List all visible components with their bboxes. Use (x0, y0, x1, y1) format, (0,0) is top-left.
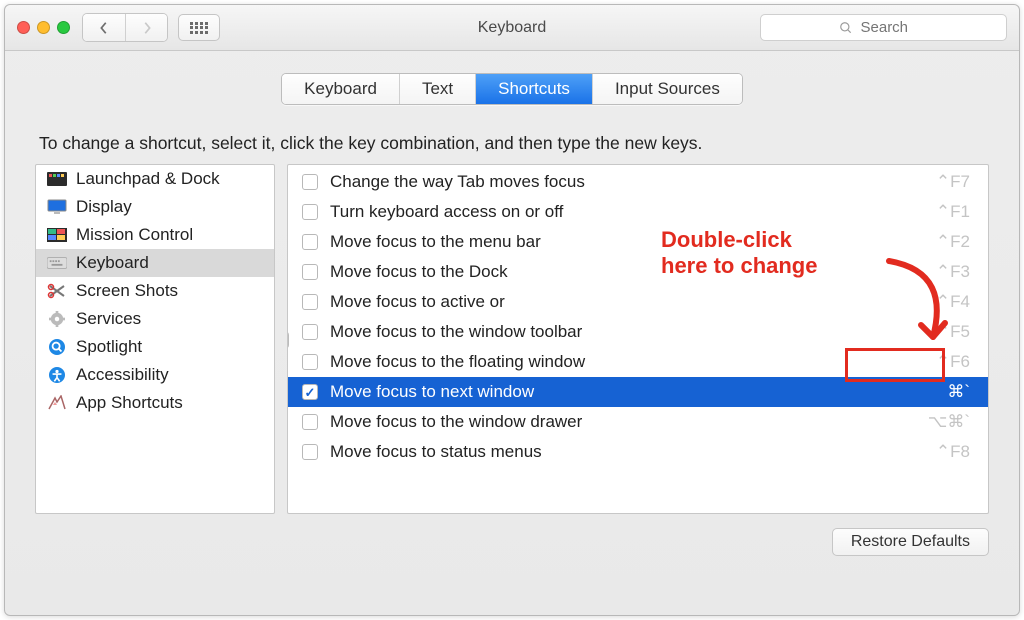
prefs-window: Keyboard KeyboardTextShortcutsInput Sour… (4, 4, 1020, 616)
shortcut-list[interactable]: Change the way Tab moves focus ⌃F7 Turn ke… (287, 164, 989, 514)
keyboard-icon (46, 255, 68, 271)
shortcut-checkbox[interactable] (302, 264, 318, 280)
category-label: Spotlight (76, 337, 142, 357)
apps-icon (46, 395, 68, 411)
shortcut-key[interactable]: ⌃F3 (914, 262, 974, 282)
category-display[interactable]: Display (36, 193, 274, 221)
shortcut-checkbox[interactable] (302, 414, 318, 430)
shortcut-label: Turn keyboard access on or off (330, 202, 902, 222)
forward-button[interactable] (125, 14, 167, 41)
shortcut-key[interactable]: ⌃F4 (914, 292, 974, 312)
category-label: Accessibility (76, 365, 169, 385)
shortcut-key[interactable]: ⌃F1 (914, 202, 974, 222)
category-label: Screen Shots (76, 281, 178, 301)
shortcut-label: Move focus to next window (330, 382, 902, 402)
shortcut-label: Move focus to active or (330, 292, 902, 312)
category-label: Mission Control (76, 225, 193, 245)
tab-bar: KeyboardTextShortcutsInput Sources (35, 73, 989, 105)
tab-input-sources[interactable]: Input Sources (592, 74, 742, 104)
search-input[interactable] (859, 18, 929, 37)
tab-shortcuts[interactable]: Shortcuts (475, 74, 592, 104)
shortcut-key[interactable]: ⌃F2 (914, 232, 974, 252)
shortcut-key[interactable]: ⌥⌘` (914, 412, 974, 432)
shortcut-label: Move focus to status menus (330, 442, 902, 462)
search-icon (839, 21, 853, 35)
category-accessibility[interactable]: Accessibility (36, 361, 274, 389)
shortcut-row[interactable]: Move focus to the menu bar ⌃F2 (288, 227, 988, 257)
shortcut-checkbox[interactable] (302, 384, 318, 400)
category-label: Services (76, 309, 141, 329)
zoom-icon[interactable] (57, 21, 70, 34)
category-spotlight[interactable]: Spotlight (36, 333, 274, 361)
shortcut-row[interactable]: Change the way Tab moves focus ⌃F7 (288, 167, 988, 197)
window-controls (17, 21, 70, 34)
shortcut-label: Change the way Tab moves focus (330, 172, 902, 192)
shortcut-label: Move focus to the Dock (330, 262, 902, 282)
gear-icon (46, 311, 68, 327)
shortcut-row[interactable]: Move focus to next window ⌘` (288, 377, 988, 407)
shortcut-key[interactable]: ⌃F6 (914, 352, 974, 372)
shortcut-row[interactable]: Move focus to active or ⌃F4 (288, 287, 988, 317)
shortcut-checkbox[interactable] (302, 354, 318, 370)
pane-divider-handle[interactable] (287, 331, 289, 349)
launchpad-icon (46, 171, 68, 187)
content-area: KeyboardTextShortcutsInput Sources To ch… (5, 51, 1019, 615)
close-icon[interactable] (17, 21, 30, 34)
show-all-button[interactable] (178, 14, 220, 41)
minimize-icon[interactable] (37, 21, 50, 34)
category-label: Display (76, 197, 132, 217)
shortcut-key[interactable]: ⌃F5 (914, 322, 974, 342)
shortcut-label: Move focus to the window drawer (330, 412, 902, 432)
shortcut-label: Move focus to the floating window (330, 352, 902, 372)
restore-defaults-button[interactable]: Restore Defaults (832, 528, 989, 556)
category-keyboard[interactable]: Keyboard (36, 249, 274, 277)
mission-icon (46, 227, 68, 243)
tab-keyboard[interactable]: Keyboard (282, 74, 399, 104)
category-app-shortcuts[interactable]: App Shortcuts (36, 389, 274, 417)
shortcut-checkbox[interactable] (302, 294, 318, 310)
shortcut-row[interactable]: Move focus to the window toolbar ⌃F5 (288, 317, 988, 347)
category-list[interactable]: Launchpad & Dock Display Mission Control Ke… (35, 164, 275, 514)
shortcut-checkbox[interactable] (302, 234, 318, 250)
shortcut-key[interactable]: ⌃F8 (914, 442, 974, 462)
category-launchpad-dock[interactable]: Launchpad & Dock (36, 165, 274, 193)
spotlight-icon (46, 339, 68, 355)
shortcut-key[interactable]: ⌘` (914, 382, 974, 402)
shortcut-key[interactable]: ⌃F7 (914, 172, 974, 192)
shortcut-row[interactable]: Move focus to the Dock ⌃F3 (288, 257, 988, 287)
instruction-text: To change a shortcut, select it, click t… (39, 133, 989, 154)
shortcut-row[interactable]: Move focus to the floating window ⌃F6 (288, 347, 988, 377)
category-screen-shots[interactable]: Screen Shots (36, 277, 274, 305)
shortcut-checkbox[interactable] (302, 324, 318, 340)
shortcut-row[interactable]: Move focus to status menus ⌃F8 (288, 437, 988, 467)
category-services[interactable]: Services (36, 305, 274, 333)
search-field[interactable] (760, 14, 1007, 41)
grid-icon (190, 22, 208, 34)
back-button[interactable] (83, 14, 125, 41)
shortcut-label: Move focus to the menu bar (330, 232, 902, 252)
category-mission-control[interactable]: Mission Control (36, 221, 274, 249)
shortcut-row[interactable]: Move focus to the window drawer ⌥⌘` (288, 407, 988, 437)
titlebar: Keyboard (5, 5, 1019, 51)
accessibility-icon (46, 367, 68, 383)
shortcut-checkbox[interactable] (302, 204, 318, 220)
shortcut-label: Move focus to the window toolbar (330, 322, 902, 342)
shortcut-checkbox[interactable] (302, 174, 318, 190)
scissors-icon (46, 283, 68, 299)
display-icon (46, 199, 68, 215)
category-label: App Shortcuts (76, 393, 183, 413)
tab-text[interactable]: Text (399, 74, 475, 104)
category-label: Launchpad & Dock (76, 169, 220, 189)
shortcut-row[interactable]: Turn keyboard access on or off ⌃F1 (288, 197, 988, 227)
shortcut-checkbox[interactable] (302, 444, 318, 460)
nav-back-forward (82, 13, 168, 42)
category-label: Keyboard (76, 253, 149, 273)
